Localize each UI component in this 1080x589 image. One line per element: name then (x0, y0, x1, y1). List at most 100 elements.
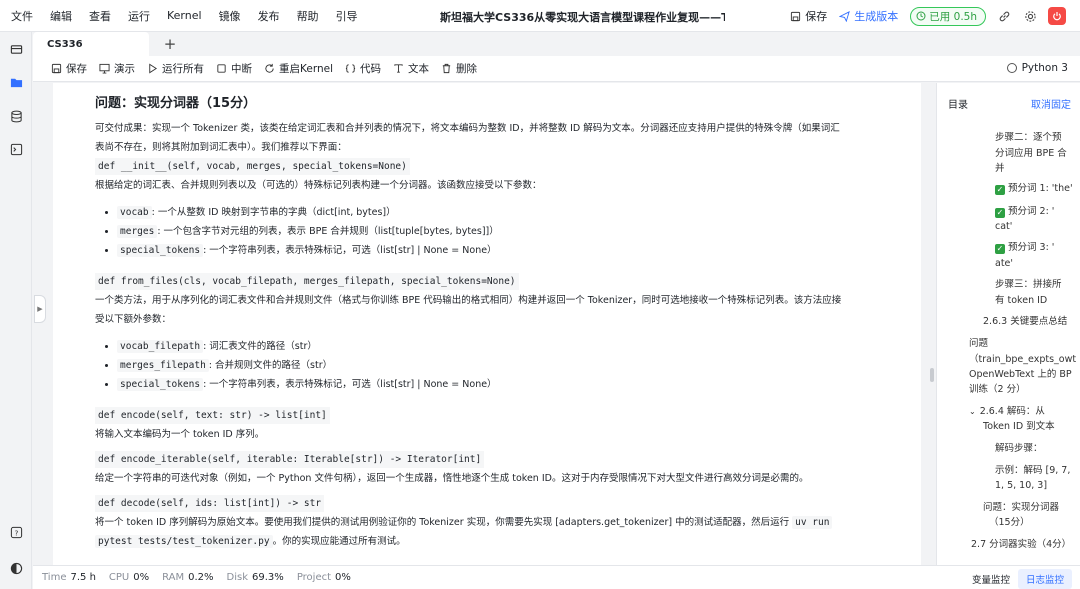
menu-guide[interactable]: 引导 (336, 8, 358, 24)
restart-kernel-label: 重启Kernel (279, 63, 333, 75)
stop-icon (217, 64, 226, 73)
toc-item[interactable]: （15分） (989, 515, 1030, 531)
toc-item[interactable]: 问题：实现分词器 (983, 500, 1059, 516)
add-tab-button[interactable]: + (157, 32, 183, 56)
init-param-list: vocab: 一个从整数 ID 映射到字节串的字典（dict[int, byte… (117, 203, 921, 260)
files-icon[interactable] (8, 41, 24, 57)
terminal-icon[interactable] (8, 141, 24, 157)
toc-item[interactable]: ate' (995, 256, 1013, 272)
menu-publish[interactable]: 发布 (258, 8, 280, 24)
add-text-cell-button[interactable]: 文本 (393, 61, 429, 76)
kernel-name: Python 3 (1021, 62, 1068, 74)
log-monitor-tab[interactable]: 日志监控 (1017, 569, 1072, 589)
help-icon[interactable]: ? (8, 524, 24, 540)
signature-encode: def encode(self, text: str) -> list[int] (95, 406, 885, 425)
menu-edit[interactable]: 编辑 (50, 8, 72, 24)
toc-item[interactable]: Token ID 到文本 (983, 419, 1055, 435)
svg-text:?: ? (14, 528, 18, 537)
list-item: special_tokens: 一个字符串列表，表示特殊标记，可选（list[s… (117, 241, 921, 260)
kernel-status-icon (1006, 63, 1017, 73)
generate-version-label: 生成版本 (854, 10, 899, 23)
menu-help[interactable]: 帮助 (297, 8, 319, 24)
list-item: vocab: 一个从整数 ID 映射到字节串的字典（dict[int, byte… (117, 203, 921, 222)
toc-panel: 目录 取消固定 步骤二：逐个预 分词应用 BPE 合 并 ✓ 预分词 1: 'th… (936, 83, 1080, 565)
usage-text: 已用 0.5h (929, 10, 977, 23)
tab-cs336[interactable]: CS336 (33, 32, 149, 56)
toc-item[interactable]: 2.7 分词器实验（4分） (971, 537, 1071, 553)
from-files-param-list: vocab_filepath: 词汇表文件的路径（str） merges_fil… (117, 337, 921, 394)
menu-kernel[interactable]: Kernel (167, 9, 202, 22)
menu-image[interactable]: 镜像 (219, 8, 241, 24)
toc-item[interactable]: 并 (995, 161, 1005, 177)
check-icon: ✓ (995, 208, 1005, 218)
disk-stat: Disk 69.3% (226, 572, 284, 583)
toc-item[interactable]: OpenWebText 上的 BP (969, 367, 1072, 383)
toc-item[interactable]: 2.6.3 关键要点总结 (983, 314, 1067, 330)
add-text-cell-label: 文本 (408, 63, 429, 75)
toc-item[interactable]: 步骤三：拼接所 (995, 277, 1062, 293)
toolbar-save-button[interactable]: 保存 (51, 61, 87, 76)
left-sidebar: ? (0, 32, 32, 589)
markdown-cell[interactable]: 问题：实现分词器（15分） 可交付成果：实现一个 Tokenizer 类，该类在… (53, 83, 921, 565)
toc-item[interactable]: 1, 5, 10, 3] (995, 478, 1047, 494)
folder-icon[interactable] (8, 74, 24, 90)
interrupt-button[interactable]: 中断 (216, 61, 252, 76)
database-icon[interactable] (8, 108, 24, 124)
send-icon (839, 10, 851, 22)
toc-item[interactable]: cat' (995, 219, 1012, 235)
delete-cell-button[interactable]: 删除 (441, 61, 477, 76)
toc-item[interactable]: ✓ 预分词 1: 'the' (995, 181, 1073, 197)
toc-item[interactable]: 问题 (969, 336, 988, 352)
usage-badge: 已用 0.5h (910, 6, 986, 26)
list-item: vocab_filepath: 词汇表文件的路径（str） (117, 337, 921, 356)
toc-item[interactable]: ✓ 预分词 2: ' (995, 204, 1054, 220)
expand-sidebar-handle[interactable]: ▶ (34, 295, 46, 323)
presentation-icon (99, 63, 110, 74)
toc-item[interactable]: ⌄ 2.6.4 解码：从 (969, 404, 1045, 420)
toc-item[interactable]: ✓ 预分词 3: ' (995, 240, 1054, 256)
link-icon (999, 11, 1009, 21)
theme-toggle-icon[interactable] (8, 560, 24, 576)
play-icon (149, 63, 158, 74)
restart-kernel-button[interactable]: 重启Kernel (264, 61, 333, 76)
menu-run[interactable]: 运行 (128, 8, 150, 24)
toc-item[interactable]: 解码步骤： (995, 441, 1043, 457)
list-item: special_tokens: 一个字符串列表，表示特殊标记，可选（list[s… (117, 375, 921, 394)
settings-button[interactable] (1022, 8, 1038, 24)
menu-file[interactable]: 文件 (11, 8, 33, 24)
power-icon (1053, 12, 1061, 21)
notebook-tab-bar: CS336 + (33, 32, 1080, 56)
toc-item[interactable]: 训练（2 分） (969, 382, 1026, 398)
menu-view[interactable]: 查看 (89, 8, 111, 24)
intro-text: 可交付成果：实现一个 Tokenizer 类，该类在给定词汇表和合并列表的情况下… (95, 123, 840, 153)
present-label: 演示 (114, 63, 135, 75)
code-icon (345, 64, 356, 73)
check-icon: ✓ (995, 185, 1005, 195)
save-icon (791, 11, 801, 21)
variable-monitor-tab[interactable]: 变量监控 (964, 569, 1018, 589)
add-code-cell-button[interactable]: 代码 (345, 61, 381, 76)
toc-item[interactable]: 分词应用 BPE 合 (995, 146, 1067, 162)
run-all-button[interactable]: 运行所有 (147, 61, 204, 76)
toc-item[interactable]: 步骤二：逐个预 (995, 130, 1062, 146)
toc-item[interactable]: 示例：解码 [9, 7, (995, 463, 1070, 479)
generate-version-button[interactable]: 生成版本 (839, 8, 898, 24)
chevron-down-icon: ⌄ (969, 407, 976, 416)
signature-init: def __init__(self, vocab, merges, specia… (95, 157, 885, 176)
toc-item[interactable]: 有 token ID (995, 293, 1047, 309)
save-icon (51, 63, 62, 74)
toc-item[interactable]: （train_bpe_expts_owt (969, 352, 1076, 368)
encode-iterable-description: 给定一个字符串的可迭代对象（例如，一个 Python 文件句柄），返回一个生成器… (95, 473, 809, 484)
scrollbar[interactable] (930, 368, 934, 382)
save-doc-label: 保存 (805, 10, 828, 23)
ram-stat: RAM 0.2% (162, 572, 214, 583)
kernel-indicator[interactable]: Python 3 (1006, 62, 1068, 74)
present-button[interactable]: 演示 (99, 61, 135, 76)
gear-icon (1024, 10, 1036, 22)
link-button[interactable] (996, 8, 1012, 24)
stop-button[interactable] (1048, 7, 1066, 25)
save-doc-button[interactable]: 保存 (790, 8, 827, 24)
time-stat: Time 7.5 h (42, 572, 96, 583)
unpin-button[interactable]: 取消固定 (1031, 96, 1071, 111)
list-item: merges: 一个包含字节对元组的列表，表示 BPE 合并规则（list[tu… (117, 222, 921, 241)
